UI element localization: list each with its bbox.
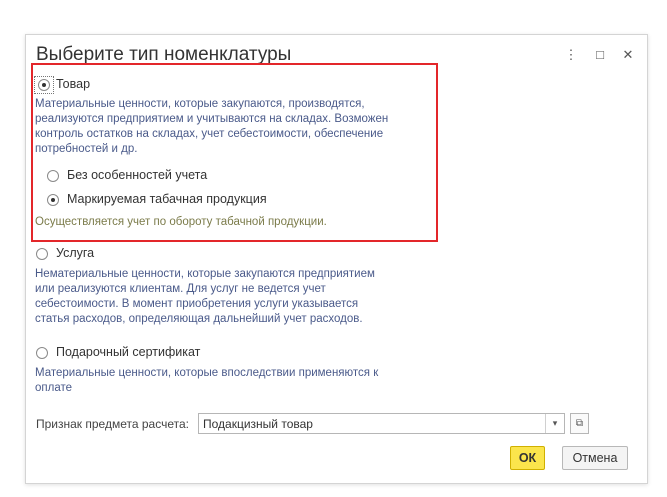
- radio-marked-tobacco[interactable]: [47, 194, 59, 206]
- radio-service[interactable]: [36, 248, 48, 260]
- radio-gift-certificate[interactable]: [36, 347, 48, 359]
- tobacco-accounting-note: Осуществляется учет по обороту табачной …: [35, 216, 327, 228]
- payment-subject-value: Подакцизный товар: [203, 417, 313, 431]
- close-icon[interactable]: ✕: [620, 47, 636, 63]
- chevron-down-icon[interactable]: ▾: [545, 414, 564, 433]
- radio-no-special-accounting[interactable]: [47, 170, 59, 182]
- option-goods-description: Материальные ценности, которые закупаютс…: [35, 98, 389, 155]
- option-service-description: Нематериальные ценности, которые закупаю…: [35, 268, 375, 325]
- ok-button[interactable]: ОК: [510, 446, 545, 470]
- option-no-special-accounting-label[interactable]: Без особенностей учета: [67, 168, 207, 182]
- option-marked-tobacco-label[interactable]: Маркируемая табачная продукция: [67, 192, 267, 206]
- maximize-icon[interactable]: □: [592, 47, 608, 63]
- option-goods-label[interactable]: Товар: [56, 77, 90, 91]
- select-nomenclature-type-dialog: Выберите тип номенклатуры ⋮ □ ✕ Товар Ма…: [25, 34, 648, 484]
- radio-goods[interactable]: [38, 79, 50, 91]
- payment-subject-label: Признак предмета расчета:: [36, 417, 189, 431]
- more-actions-icon[interactable]: ⋮: [563, 47, 579, 63]
- cancel-button[interactable]: Отмена: [562, 446, 628, 470]
- option-gift-certificate-label[interactable]: Подарочный сертификат: [56, 345, 200, 359]
- option-gift-certificate-description: Материальные ценности, которые впоследст…: [35, 367, 379, 394]
- open-value-icon[interactable]: ⧉: [570, 413, 589, 434]
- payment-subject-field[interactable]: Подакцизный товар ▾: [198, 413, 565, 434]
- option-service-label[interactable]: Услуга: [56, 246, 94, 260]
